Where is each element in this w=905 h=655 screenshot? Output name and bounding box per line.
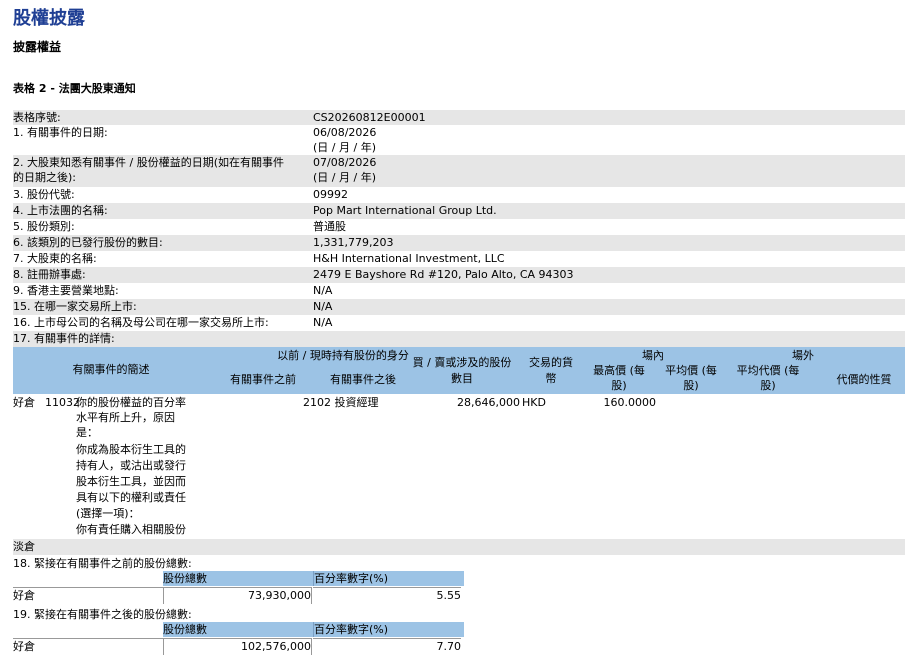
col-consid-l2: 股) [760,379,776,392]
form-title: 表格 2 - 法團大股東通知 [13,82,136,95]
field-value: 06/08/2026 [313,126,377,139]
field-value: Pop Mart International Group Ltd. [313,204,497,217]
field-value: 2479 E Bayshore Rd #120, Palo Alto, CA 9… [313,268,574,281]
event-position: 好倉 [13,396,35,409]
field-label: 16. 上市母公司的名稱及母公司在哪一家交易所上市: [13,316,269,329]
event-desc-8: 你有責任購入相關股份 [76,523,186,536]
field-label: 2. 大股東知悉有關事件 / 股份權益的日期(如在有關事件 [13,156,284,169]
section19-col1: 股份總數 [163,622,313,637]
field-label: 17. 有關事件的詳情: [13,332,115,345]
field-parent-listing: 16. 上市母公司的名稱及母公司在哪一家交易所上市: N/A [13,315,905,331]
event-table-header: 有關事件的簡述 以前 / 現時持有股份的身分 有關事件之前 有關事件之後 買 /… [13,347,905,394]
event-desc-7: (選擇一項)： [76,507,140,520]
section19-col2: 百分率數字(%) [313,622,464,637]
section19-percent: 7.70 [313,638,461,655]
section18-percent: 5.55 [313,587,461,604]
event-desc-1: 水平有所上升，原因 [76,411,175,424]
page-subtitle: 披露權益 [13,40,62,54]
section19-row-label: 好倉 [13,638,164,655]
field-label: 8. 註冊辦事處: [13,268,86,281]
section19-label: 19. 緊接在有關事件之後的股份總數: [13,608,192,621]
field-value: N/A [313,284,333,297]
field-value: CS20260812E00001 [313,111,426,124]
field-share-class: 5. 股份類別: 普通股 [13,219,905,235]
event-desc-0: 你的股份權益的百分率 [76,396,186,409]
event-desc-6: 具有以下的權利或責任 [76,491,186,504]
section18-label: 18. 緊接在有關事件之前的股份總數: [13,557,192,570]
field-corp-name: 4. 上市法團的名稱: Pop Mart International Group… [13,203,905,219]
event-desc-4: 持有人，或沽出或發行 [76,459,186,472]
field-issued-shares: 6. 該類別的已發行股份的數目: 1,331,779,203 [13,235,905,251]
field-stock-code: 3. 股份代號: 09992 [13,187,905,203]
section19-label-row: 19. 緊接在有關事件之後的股份總數: [13,607,905,622]
field-label: 4. 上市法團的名稱: [13,204,108,217]
event-currency: HKD [522,396,546,409]
field-label: 3. 股份代號: [13,188,75,201]
field-label: 9. 香港主要營業地點: [13,284,119,297]
field-label: 5. 股份類別: [13,220,75,233]
event-desc-5: 股本衍生工具，並因而 [76,475,186,488]
field-label: 7. 大股東的名稱: [13,252,97,265]
short-position-row: 淡倉 [13,539,905,555]
field-note: (日 / 月 / 年) [313,141,376,154]
field-event-date: 1. 有關事件的日期: 06/08/2026 (日 / 月 / 年) [13,125,905,155]
event-code: 11032 [45,396,80,409]
section18-col2: 百分率數字(%) [313,571,464,586]
col-currency-l1: 交易的貨 [529,356,573,369]
col-shares-l1: 買 / 賣或涉及的股份 [412,356,512,369]
field-label: 表格序號: [13,111,61,124]
col-avg-l2: 股) [683,379,699,392]
col-high-l1: 最高價 (每 [593,364,645,377]
field-registered-office: 8. 註冊辦事處: 2479 E Bayshore Rd #120, Palo … [13,267,905,283]
col-after: 有關事件之後 [330,373,396,386]
event-shares: 28,646,000 [457,396,520,409]
section18-shares: 73,930,000 [163,587,312,604]
col-offex: 場外 [792,349,814,362]
field-form-number: 表格序號: CS20260812E00001 [13,110,905,125]
field-value: H&H International Investment, LLC [313,252,505,265]
col-nature: 代價的性質 [836,373,892,386]
short-position-label: 淡倉 [13,540,35,553]
field-label: 6. 該類別的已發行股份的數目: [13,236,163,249]
field-value: N/A [313,316,333,329]
field-label: 15. 在哪一家交易所上市: [13,300,137,313]
col-consid-l1: 平均代價 (每 [736,364,800,377]
field-holder-name: 7. 大股東的名稱: H&H International Investment,… [13,251,905,267]
field-label-cont: 的日期之後): [13,171,76,184]
page-title: 股權披露 [13,8,85,29]
section18-row-label: 好倉 [13,587,164,604]
section18-col1: 股份總數 [163,571,313,586]
col-event-code: 有關事件的簡述 [72,363,150,376]
field-hk-place: 9. 香港主要營業地點: N/A [13,283,905,299]
field-note: (日 / 月 / 年) [313,171,376,184]
event-desc-3: 你成為股本衍生工具的 [76,443,186,456]
col-before: 有關事件之前 [230,373,296,386]
field-value: 07/08/2026 [313,156,377,169]
event-capacity: 2102 投資經理 [303,396,379,409]
col-high-l2: 股) [611,379,627,392]
section18-label-row: 18. 緊接在有關事件之前的股份總數: [13,556,905,571]
section19-table: 股份總數 百分率數字(%) 好倉 102,576,000 7.70 [13,622,464,655]
field-value: N/A [313,300,333,313]
event-high-price: 160.0000 [603,396,657,409]
field-event-details: 17. 有關事件的詳情: [13,331,905,347]
field-value: 普通股 [313,220,346,233]
event-desc-2: 是： [76,426,98,439]
col-currency-l2: 幣 [545,372,557,385]
col-avg-l1: 平均價 (每 [665,364,717,377]
col-shares-l2: 數目 [451,372,473,385]
field-value: 09992 [313,188,348,201]
col-onex: 場內 [642,349,664,362]
section18-table: 股份總數 百分率數字(%) 好倉 73,930,000 5.55 [13,571,464,604]
field-aware-date: 2. 大股東知悉有關事件 / 股份權益的日期(如在有關事件 的日期之後): 07… [13,155,905,187]
field-value: 1,331,779,203 [313,236,394,249]
field-listed-exchange: 15. 在哪一家交易所上市: N/A [13,299,905,315]
field-label: 1. 有關事件的日期: [13,126,108,139]
section19-shares: 102,576,000 [163,638,312,655]
